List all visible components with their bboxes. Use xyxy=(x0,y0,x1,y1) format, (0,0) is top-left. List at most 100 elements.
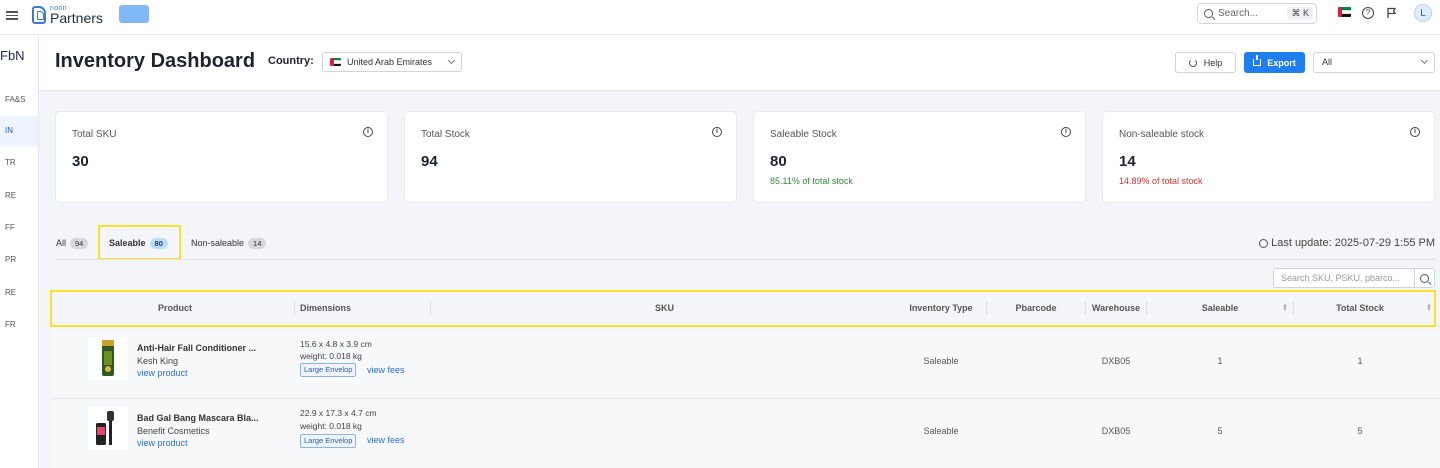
info-icon[interactable]: i xyxy=(1410,127,1420,137)
saleable-cell: 1 xyxy=(1217,356,1223,366)
tab-count-badge: 14 xyxy=(248,237,267,249)
product-brand: Kesh King xyxy=(137,356,179,366)
sidebar-item-ff[interactable]: FF xyxy=(0,213,38,243)
search-placeholder: Search... xyxy=(1218,8,1259,19)
help-refresh-icon xyxy=(1188,58,1197,67)
sidebar-item-tr[interactable]: TR xyxy=(0,148,38,178)
saleable-stock-card: Saleable Stock 80 85.11% of total stock … xyxy=(753,111,1086,203)
card-percentage: 14.89% of total stock xyxy=(1119,176,1203,186)
help-button-label: Help xyxy=(1203,57,1223,68)
product-image[interactable] xyxy=(88,407,128,449)
card-label: Total SKU xyxy=(72,129,117,140)
search-icon xyxy=(1204,9,1213,18)
table-search: Search SKU, PSKU, pbarco... xyxy=(1273,268,1435,288)
country-label: Country: xyxy=(268,55,314,67)
sidebar-item-re[interactable]: RE xyxy=(0,181,38,211)
page-title: Inventory Dashboard xyxy=(55,50,256,72)
size-tier-badge: Large Envelop xyxy=(300,363,357,377)
card-label: Total Stock xyxy=(421,129,470,140)
sidebar-item-fas[interactable]: FA&S xyxy=(0,85,38,115)
hamburger-menu-icon[interactable] xyxy=(6,9,18,21)
card-value: 94 xyxy=(421,153,438,170)
sidebar-item-inventory[interactable]: IN xyxy=(0,116,38,146)
card-value: 80 xyxy=(770,153,787,170)
info-icon[interactable]: i xyxy=(1061,127,1071,137)
saleable-tab-highlight xyxy=(98,225,181,260)
country-select[interactable]: United Arab Emirates xyxy=(322,52,462,72)
total-stock-card: Total Stock 94 i xyxy=(404,111,737,203)
tab-non-saleable[interactable]: Non-saleable 14 xyxy=(191,230,267,256)
info-icon[interactable]: i xyxy=(712,127,722,137)
sidebar-heading: FbN xyxy=(0,48,25,63)
store-switch-button[interactable] xyxy=(119,5,149,23)
total-sku-card: Total SKU 30 i xyxy=(55,111,388,203)
tab-label: Non-saleable xyxy=(191,238,245,248)
uae-flag-icon[interactable] xyxy=(1338,7,1351,17)
search-icon xyxy=(1420,273,1429,283)
sidebar-item-fr[interactable]: FR xyxy=(0,310,38,340)
card-value: 30 xyxy=(72,153,89,170)
card-percentage: 85.11% of total stock xyxy=(770,176,853,186)
view-fees-link[interactable]: view fees xyxy=(367,435,405,445)
top-bar: noon Partners Search... ⌘ K ? L xyxy=(0,0,1440,35)
search-shortcut-badge: ⌘ K xyxy=(1287,7,1313,20)
uae-flag-icon xyxy=(330,58,341,66)
view-fees-link[interactable]: view fees xyxy=(367,365,405,375)
product-weight: weight: 0.018 kg xyxy=(300,351,362,361)
last-update-text: Last update: 2025-07-29 1:55 PM xyxy=(1271,237,1435,249)
non-saleable-stock-card: Non-saleable stock 14 14.89% of total st… xyxy=(1102,111,1435,203)
view-product-link[interactable]: view product xyxy=(137,438,188,448)
help-button[interactable]: Help xyxy=(1175,52,1236,73)
sidebar-item-pr[interactable]: PR xyxy=(0,245,38,275)
sidebar-item-re-2[interactable]: RE xyxy=(0,278,38,308)
clock-icon xyxy=(1259,238,1269,248)
table-row[interactable]: Bad Gal Bang Mascara Bla... Benefit Cosm… xyxy=(52,399,1440,468)
sidebar: FbN FA&S IN TR RE FF PR RE FR xyxy=(0,35,39,468)
warehouse-cell: DXB05 xyxy=(1101,426,1131,436)
product-name: Bad Gal Bang Mascara Bla... xyxy=(137,413,259,423)
product-weight: weight: 0.018 kg xyxy=(300,421,362,431)
warehouse-cell: DXB05 xyxy=(1101,356,1131,366)
country-value: United Arab Emirates xyxy=(347,57,433,67)
help-circle-icon[interactable]: ? xyxy=(1362,7,1374,19)
product-dimensions: 15.6 x 4.8 x 3.9 cm xyxy=(300,339,372,349)
inventory-type-cell: Saleable xyxy=(923,356,959,366)
download-icon xyxy=(1253,55,1262,66)
global-search-input[interactable]: Search... ⌘ K xyxy=(1197,3,1317,24)
card-value: 14 xyxy=(1119,153,1136,170)
flag-report-icon[interactable] xyxy=(1386,7,1398,19)
table-header-highlight xyxy=(50,290,1436,327)
product-brand: Benefit Cosmetics xyxy=(137,426,210,436)
tab-label: All xyxy=(56,238,67,248)
noon-partners-logo[interactable]: noon Partners xyxy=(32,4,103,26)
table-search-button[interactable] xyxy=(1415,268,1435,288)
card-label: Saleable Stock xyxy=(770,129,837,140)
filter-value: All xyxy=(1322,57,1333,67)
total-stock-cell: 5 xyxy=(1357,426,1363,436)
info-icon[interactable]: i xyxy=(363,127,373,137)
table-row[interactable]: Anti-Hair Fall Conditioner ... Kesh King… xyxy=(52,329,1440,399)
product-name: Anti-Hair Fall Conditioner ... xyxy=(137,343,256,353)
last-update: Last update: 2025-07-29 1:55 PM xyxy=(1259,237,1435,249)
chevron-down-icon xyxy=(1420,56,1429,65)
size-tier-badge: Large Envelop xyxy=(300,434,357,448)
product-dimensions: 22.9 x 17.3 x 4.7 cm xyxy=(300,408,377,418)
export-button-label: Export xyxy=(1267,57,1296,68)
product-image[interactable] xyxy=(88,337,128,379)
tab-all[interactable]: All 94 xyxy=(56,230,89,256)
chevron-down-icon xyxy=(447,56,456,65)
filter-select[interactable]: All xyxy=(1313,52,1435,73)
saleable-cell: 5 xyxy=(1217,426,1223,436)
user-avatar[interactable]: L xyxy=(1414,4,1432,22)
card-label: Non-saleable stock xyxy=(1119,129,1205,140)
view-product-link[interactable]: view product xyxy=(137,368,188,378)
logo-big-text: Partners xyxy=(50,10,103,26)
export-button[interactable]: Export xyxy=(1244,52,1305,73)
tab-count-badge: 94 xyxy=(70,237,89,249)
inventory-type-cell: Saleable xyxy=(923,426,959,436)
page-header: Inventory Dashboard Country: United Arab… xyxy=(39,35,1440,91)
total-stock-cell: 1 xyxy=(1357,356,1363,366)
table-search-input[interactable]: Search SKU, PSKU, pbarco... xyxy=(1273,268,1415,288)
tabs-divider xyxy=(56,259,1436,260)
logo-mark-icon xyxy=(32,6,46,24)
